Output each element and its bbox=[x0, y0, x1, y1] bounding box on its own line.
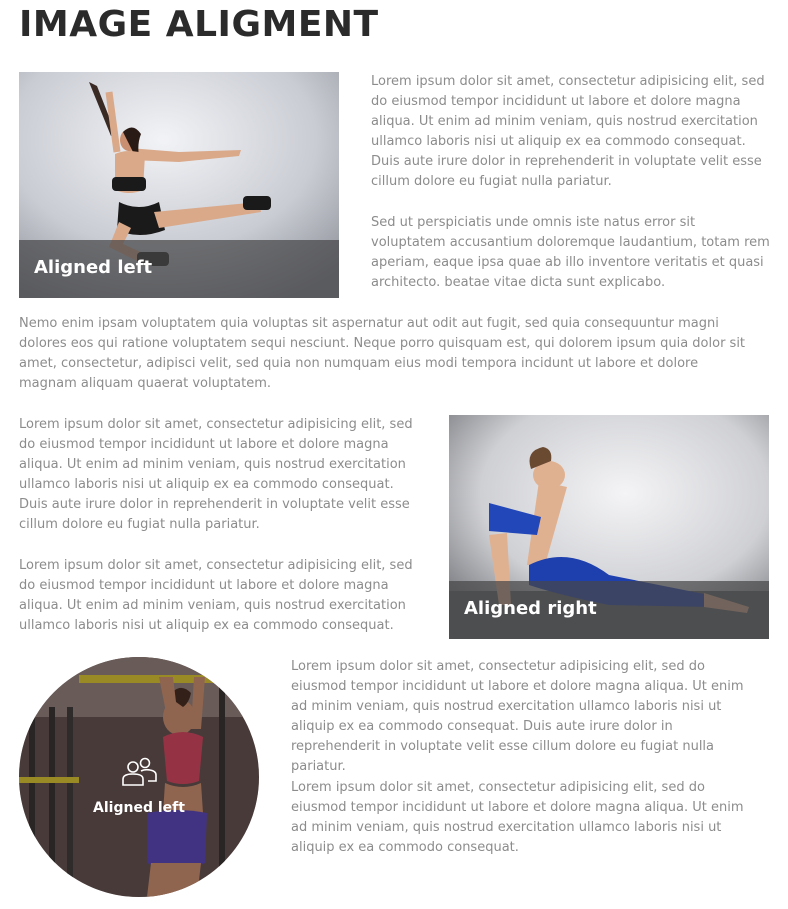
page-title: IMAGE ALIGMENT bbox=[19, 4, 379, 45]
paragraph: Lorem ipsum dolor sit amet, consectetur … bbox=[19, 558, 413, 633]
paragraph: Nemo enim ipsam voluptatem quia voluptas… bbox=[19, 316, 746, 391]
paragraph: Lorem ipsum dolor sit amet, consectetur … bbox=[19, 417, 413, 532]
dancer-image: Aligned left bbox=[19, 72, 339, 298]
paragraph: Lorem ipsum dolor sit amet, consectetur … bbox=[291, 659, 744, 774]
paragraph: Lorem ipsum dolor sit amet, consectetur … bbox=[291, 780, 744, 855]
paragraph: Sed ut perspiciatis unde omnis iste natu… bbox=[371, 215, 770, 290]
gym-circle-image[interactable]: Aligned left bbox=[19, 657, 259, 897]
caption-text: Aligned right bbox=[464, 598, 597, 619]
image-caption: Aligned right bbox=[449, 581, 769, 639]
yoga-image: Aligned right bbox=[449, 415, 769, 639]
caption-text: Aligned left bbox=[34, 257, 153, 278]
paragraph: Lorem ipsum dolor sit amet, consectetur … bbox=[371, 74, 765, 189]
image-caption: Aligned left bbox=[19, 240, 339, 298]
circle-caption: Aligned left bbox=[93, 800, 185, 816]
users-icon bbox=[121, 757, 157, 787]
